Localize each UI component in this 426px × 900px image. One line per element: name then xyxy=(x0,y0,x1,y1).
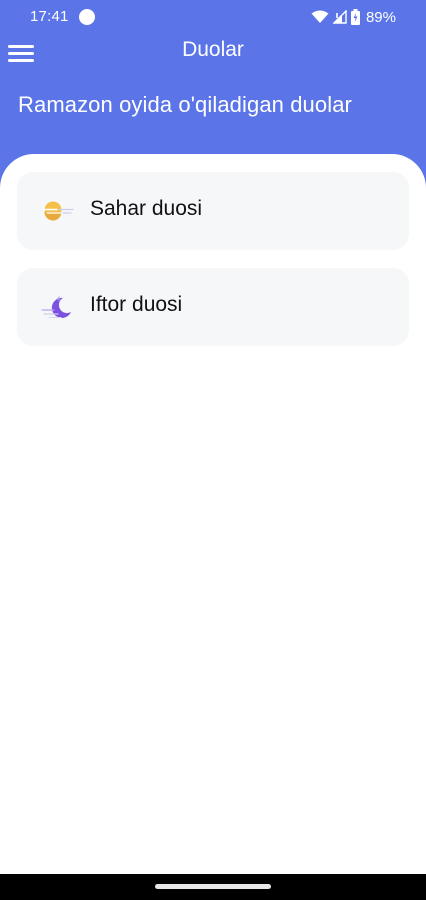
sahar-duosi-card[interactable]: Sahar duosi xyxy=(17,172,409,250)
battery-icon xyxy=(350,9,360,25)
signal-icon xyxy=(332,10,347,24)
sun-icon xyxy=(41,196,75,226)
sahar-duosi-label: Sahar duosi xyxy=(90,197,203,220)
page-title: Duolar xyxy=(182,38,244,61)
content-sheet: Sahar duosi Iftor duosi xyxy=(0,154,426,874)
iftor-duosi-label: Iftor duosi xyxy=(90,293,183,316)
home-gesture-handle[interactable] xyxy=(155,884,271,889)
moon-icon xyxy=(41,292,75,322)
status-icons: 89% xyxy=(311,8,396,26)
notification-dot-icon xyxy=(79,9,95,25)
status-bar: 17:41 89% xyxy=(0,0,426,34)
page-subtitle: Ramazon oyida o'qiladigan duolar xyxy=(18,92,352,117)
status-time: 17:41 xyxy=(30,8,69,25)
battery-percentage: 89% xyxy=(365,8,396,26)
wifi-icon xyxy=(311,10,329,24)
navigation-bar xyxy=(0,874,426,900)
iftor-duosi-card[interactable]: Iftor duosi xyxy=(17,268,409,346)
